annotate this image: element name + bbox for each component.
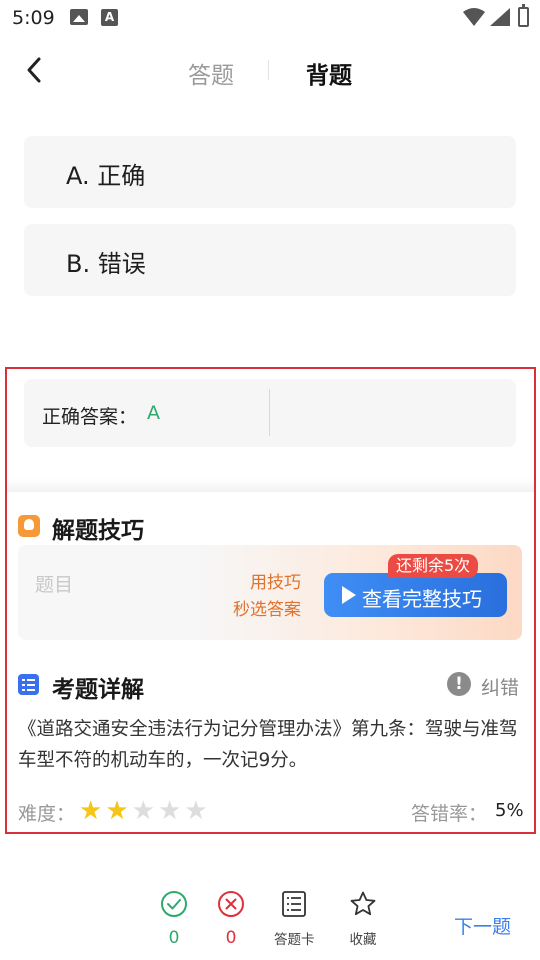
tips-promo-line1: 用技巧	[250, 573, 301, 593]
wrong-count: 0	[225, 928, 237, 948]
option-a-label: A. 正确	[66, 162, 146, 190]
option-a[interactable]: A. 正确	[24, 136, 516, 208]
tab-recite[interactable]: 背题	[306, 56, 352, 90]
cross-circle-icon	[218, 891, 244, 917]
correct-answer-value: A	[147, 402, 160, 424]
option-b-label: B. 错误	[66, 250, 146, 278]
star-empty-icon: ★	[184, 796, 208, 826]
bottom-bar: 0 0 答题卡 收藏 下一题	[0, 880, 540, 960]
explanation-text: 《道路交通安全违法行为记分管理办法》第九条：驾驶与准驾车型不符的机动车的，一次记…	[18, 719, 518, 771]
status-bar: 5:09 A	[0, 0, 540, 36]
explanation-title: 考题详解	[52, 677, 144, 703]
correct-count: 0	[168, 928, 180, 948]
tips-placeholder: 题目	[35, 574, 74, 596]
difficulty-stars: ★ ★ ★ ★ ★	[79, 797, 211, 825]
tips-promo-line2: 秒选答案	[233, 600, 301, 620]
tips-card[interactable]: 题目 用技巧 秒选答案 查看完整技巧 还剩余5次	[18, 545, 522, 640]
top-bar: 答题 背题	[0, 40, 540, 100]
correct-count-button[interactable]: 0	[160, 890, 188, 948]
play-icon	[342, 586, 356, 604]
section-separator	[7, 478, 534, 492]
star-empty-icon: ★	[131, 796, 155, 826]
answer-card-button[interactable]: 答题卡	[274, 890, 315, 948]
status-time: 5:09	[12, 7, 55, 29]
option-b[interactable]: B. 错误	[24, 224, 516, 296]
remaining-badge: 还剩余5次	[388, 554, 479, 578]
star-empty-icon: ★	[157, 796, 182, 826]
tab-answer[interactable]: 答题	[188, 56, 234, 90]
difficulty-label: 难度：	[18, 803, 76, 825]
check-circle-icon	[161, 891, 187, 917]
lightbulb-icon	[18, 515, 40, 537]
favorite-label: 收藏	[349, 932, 377, 948]
a-icon: A	[101, 9, 118, 26]
list-icon	[18, 674, 39, 695]
tab-divider	[268, 60, 269, 80]
signal-icon	[490, 8, 510, 26]
wifi-icon	[463, 8, 485, 26]
chevron-left-icon[interactable]	[22, 56, 48, 84]
star-filled-icon: ★	[79, 796, 103, 826]
star-filled-icon: ★	[105, 796, 129, 826]
correct-answer-label: 正确答案：	[42, 406, 138, 428]
star-outline-icon	[350, 891, 376, 916]
report-error-label: 纠错	[481, 677, 520, 699]
tips-title: 解题技巧	[52, 518, 144, 544]
answer-card-icon	[282, 891, 307, 917]
wrong-count-button[interactable]: 0	[217, 890, 245, 948]
battery-icon	[518, 4, 529, 27]
next-question-button[interactable]: 下一题	[454, 912, 511, 939]
error-rate-value: 5%	[495, 800, 524, 821]
answer-divider	[269, 389, 270, 436]
error-rate-label: 答错率：	[411, 803, 488, 825]
view-full-tips-button[interactable]: 查看完整技巧	[324, 573, 507, 617]
answer-card-label: 答题卡	[274, 932, 315, 948]
correct-answer-box: 正确答案： A	[24, 379, 516, 447]
view-full-tips-label: 查看完整技巧	[362, 587, 482, 611]
image-icon	[70, 9, 88, 25]
favorite-button[interactable]: 收藏	[349, 890, 377, 948]
exclamation-icon: !	[447, 672, 471, 696]
